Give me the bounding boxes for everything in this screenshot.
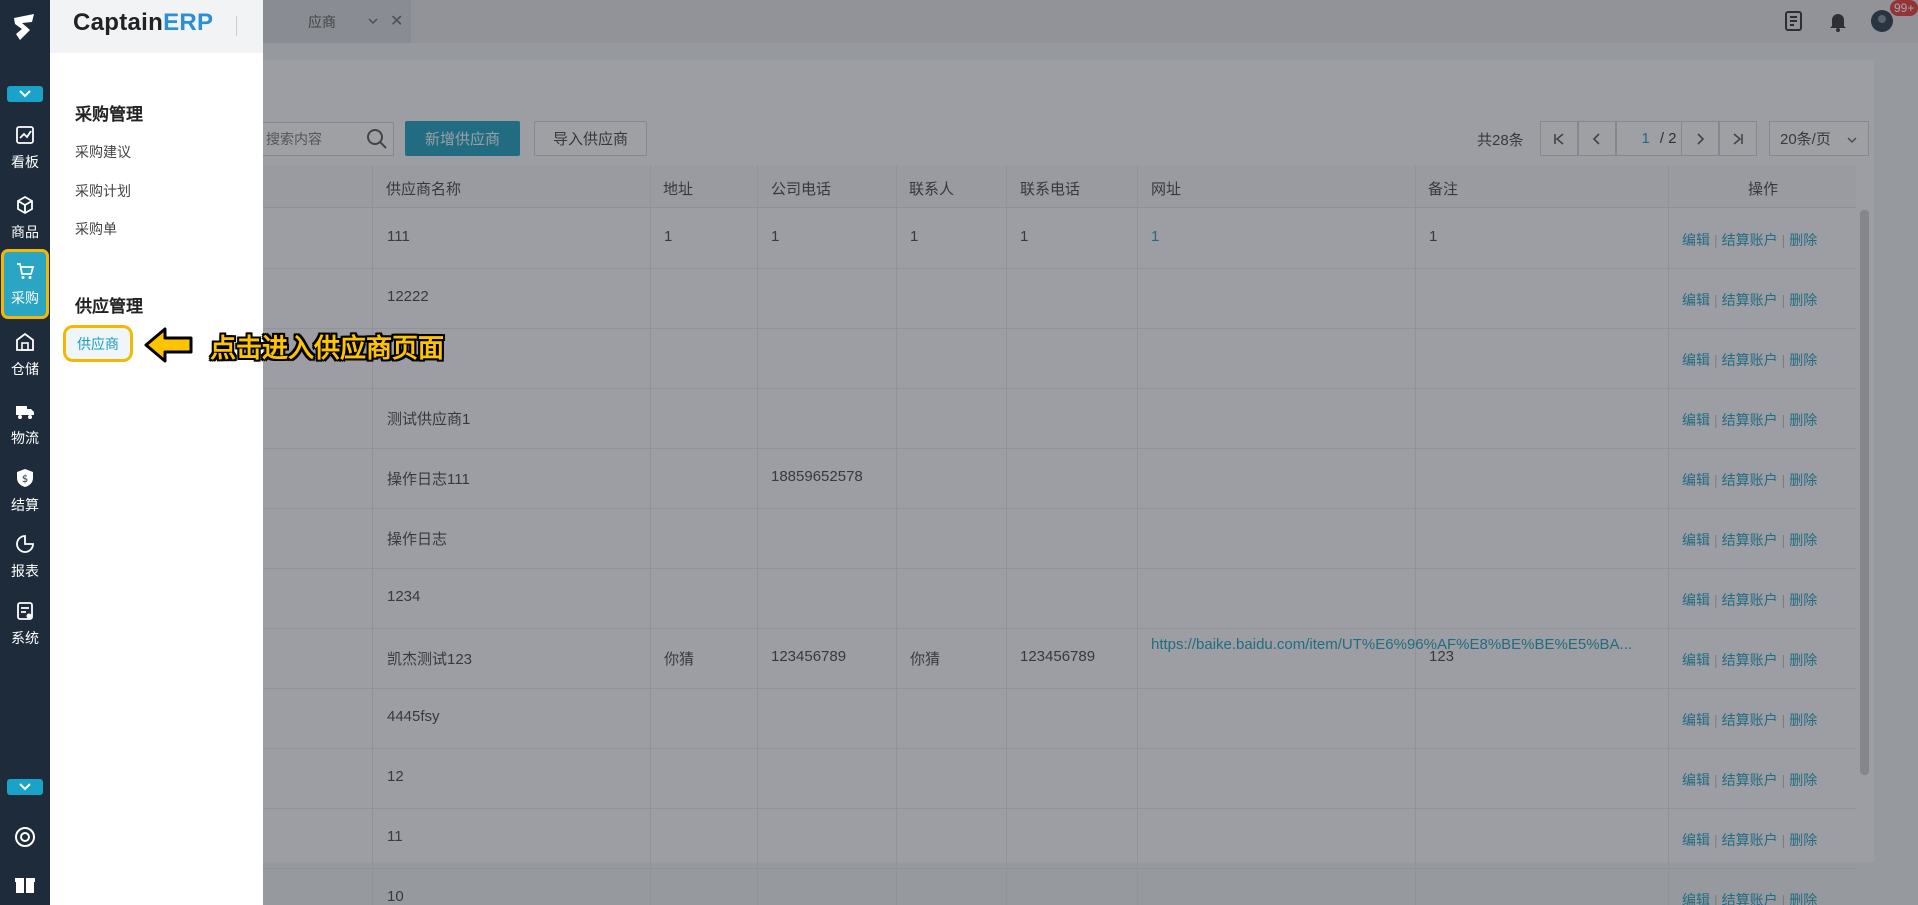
menu-purchase-order[interactable]: 采购单 xyxy=(75,219,117,239)
rail-item-0[interactable]: 看板 xyxy=(2,117,48,179)
rail-item-label: 看板 xyxy=(11,153,39,170)
icon-rail: 看板商品采购仓储物流 $ 结算报表系统 xyxy=(0,0,50,905)
rail-item-label: 结算 xyxy=(11,496,39,513)
brand-bar: CaptainERP xyxy=(50,0,263,53)
group-title-supply: 供应管理 xyxy=(75,297,143,316)
divider xyxy=(236,16,237,36)
cart-icon xyxy=(15,261,35,288)
modal-overlay[interactable] xyxy=(50,0,1918,905)
box-icon xyxy=(15,195,35,222)
rail-item-label: 仓储 xyxy=(11,360,39,377)
chevron-down-icon xyxy=(19,90,31,98)
rail-item-6[interactable]: 报表 xyxy=(2,526,48,588)
app-logo xyxy=(8,10,42,44)
svg-text:$: $ xyxy=(22,474,28,485)
support-icon[interactable] xyxy=(13,825,37,849)
rail-item-4[interactable]: 物流 xyxy=(2,393,48,455)
menu-purchase-plan[interactable]: 采购计划 xyxy=(75,181,131,201)
rail-item-7[interactable]: 系统 xyxy=(2,593,48,655)
expand-toggle[interactable] xyxy=(7,86,43,102)
chevron-down-icon xyxy=(19,783,31,791)
rail-item-label: 采购 xyxy=(11,289,39,306)
expand-toggle-bottom[interactable] xyxy=(7,779,43,795)
rail-item-label: 报表 xyxy=(11,562,39,579)
shield-money-icon: $ xyxy=(15,468,35,495)
rail-item-5[interactable]: $ 结算 xyxy=(2,460,48,522)
menu-supplier[interactable]: 供应商 xyxy=(63,325,133,362)
group-title-purchase: 采购管理 xyxy=(75,105,143,124)
menu-purchase-suggestion[interactable]: 采购建议 xyxy=(75,142,131,162)
brand-logo: CaptainERP xyxy=(73,9,214,36)
chart-icon xyxy=(15,125,35,152)
rail-item-label: 物流 xyxy=(11,429,39,446)
gift-icon[interactable] xyxy=(13,872,37,896)
truck-icon xyxy=(15,401,35,428)
rail-item-1[interactable]: 商品 xyxy=(2,187,48,249)
rail-item-label: 系统 xyxy=(11,629,39,646)
warehouse-icon xyxy=(15,332,35,359)
rail-item-2[interactable]: 采购 xyxy=(1,249,49,319)
rail-item-3[interactable]: 仓储 xyxy=(2,324,48,386)
system-icon xyxy=(15,601,35,628)
rail-item-label: 商品 xyxy=(11,223,39,240)
pie-icon xyxy=(15,534,35,561)
purchase-flyout-menu: CaptainERP 采购管理 采购建议 采购计划 采购单 供应管理 供应商 xyxy=(50,0,263,905)
instruction-callout: 点击进入供应商页面 xyxy=(210,334,445,364)
arrow-left-icon xyxy=(144,327,193,363)
